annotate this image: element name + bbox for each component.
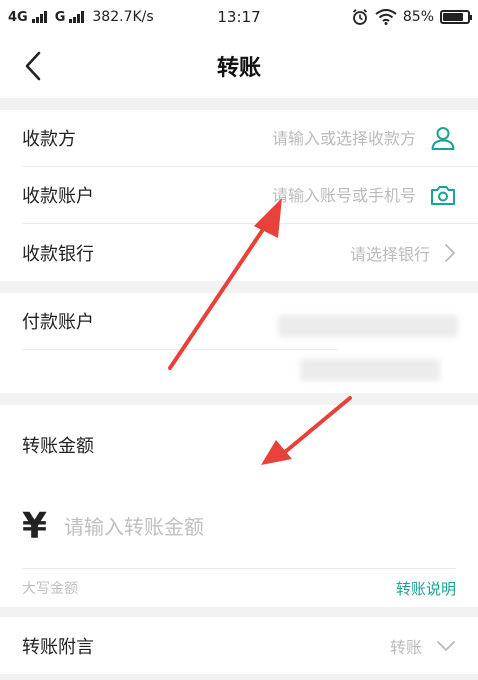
- payee-label: 收款方: [22, 129, 76, 150]
- payee-right: [226, 125, 456, 151]
- payee-row[interactable]: 收款方: [22, 110, 478, 167]
- battery-percent: 85%: [402, 9, 434, 25]
- network-type-2: G: [54, 9, 66, 25]
- remark-row[interactable]: 转账附言 转账: [22, 617, 478, 674]
- account-right: [226, 184, 456, 206]
- account-label: 收款账户: [22, 186, 94, 207]
- amount-input[interactable]: [64, 514, 456, 539]
- bank-right: 请选择银行: [350, 241, 456, 265]
- payee-section: 收款方 收款账户 收款银行 请选择银行: [0, 110, 478, 281]
- battery-icon: [440, 10, 472, 24]
- chevron-down-icon[interactable]: [436, 640, 456, 652]
- signal-icon-2: [69, 11, 85, 23]
- remark-value[interactable]: 转账: [390, 634, 422, 658]
- remark-label: 转账附言: [22, 636, 94, 658]
- status-right: 85%: [351, 8, 472, 26]
- account-row[interactable]: 收款账户: [22, 167, 478, 224]
- bank-label: 收款银行: [22, 243, 94, 265]
- amount-section: 转账金额 ¥ 大写金额 转账说明: [0, 405, 478, 607]
- payee-input[interactable]: [226, 128, 416, 148]
- status-left: 4G G 382.7K/s: [8, 9, 154, 25]
- amount-input-row[interactable]: ¥: [22, 485, 456, 569]
- amount-label: 转账金额: [22, 436, 94, 457]
- payer-section: 付款账户: [0, 293, 478, 393]
- masked-account-info: [278, 315, 458, 337]
- chevron-right-icon: [445, 243, 455, 262]
- signal-icon: [31, 11, 47, 23]
- bank-row[interactable]: 收款银行 请选择银行: [22, 224, 478, 281]
- bank-select-placeholder[interactable]: 请选择银行: [350, 241, 430, 265]
- masked-account-info-2: [300, 359, 440, 381]
- payer-label: 付款账户: [22, 312, 94, 333]
- yen-symbol: ¥: [22, 506, 48, 547]
- amount-label-row: 转账金额: [22, 405, 456, 485]
- wifi-icon: [375, 9, 397, 25]
- alarm-icon: [352, 9, 367, 25]
- camera-icon[interactable]: [430, 184, 456, 206]
- battery-fill: [443, 13, 464, 21]
- status-time: 13:17: [217, 8, 261, 26]
- account-input[interactable]: [226, 185, 416, 205]
- nav-bar: 转账: [0, 34, 478, 98]
- network-type-1: 4G: [8, 9, 28, 25]
- remark-section: 转账附言 转账: [0, 617, 478, 674]
- network-speed: 382.7K/s: [92, 9, 154, 25]
- remark-right: 转账: [390, 634, 456, 658]
- caps-amount-label: 大写金额: [22, 581, 78, 597]
- back-chevron-icon[interactable]: [22, 50, 44, 82]
- page-title: 转账: [216, 56, 261, 81]
- status-bar: 4G G 382.7K/s 13:17 85%: [0, 0, 478, 34]
- caps-row: 大写金额 转账说明: [22, 569, 456, 607]
- contact-person-icon[interactable]: [430, 125, 456, 151]
- transfer-explanation-link[interactable]: 转账说明: [396, 578, 456, 599]
